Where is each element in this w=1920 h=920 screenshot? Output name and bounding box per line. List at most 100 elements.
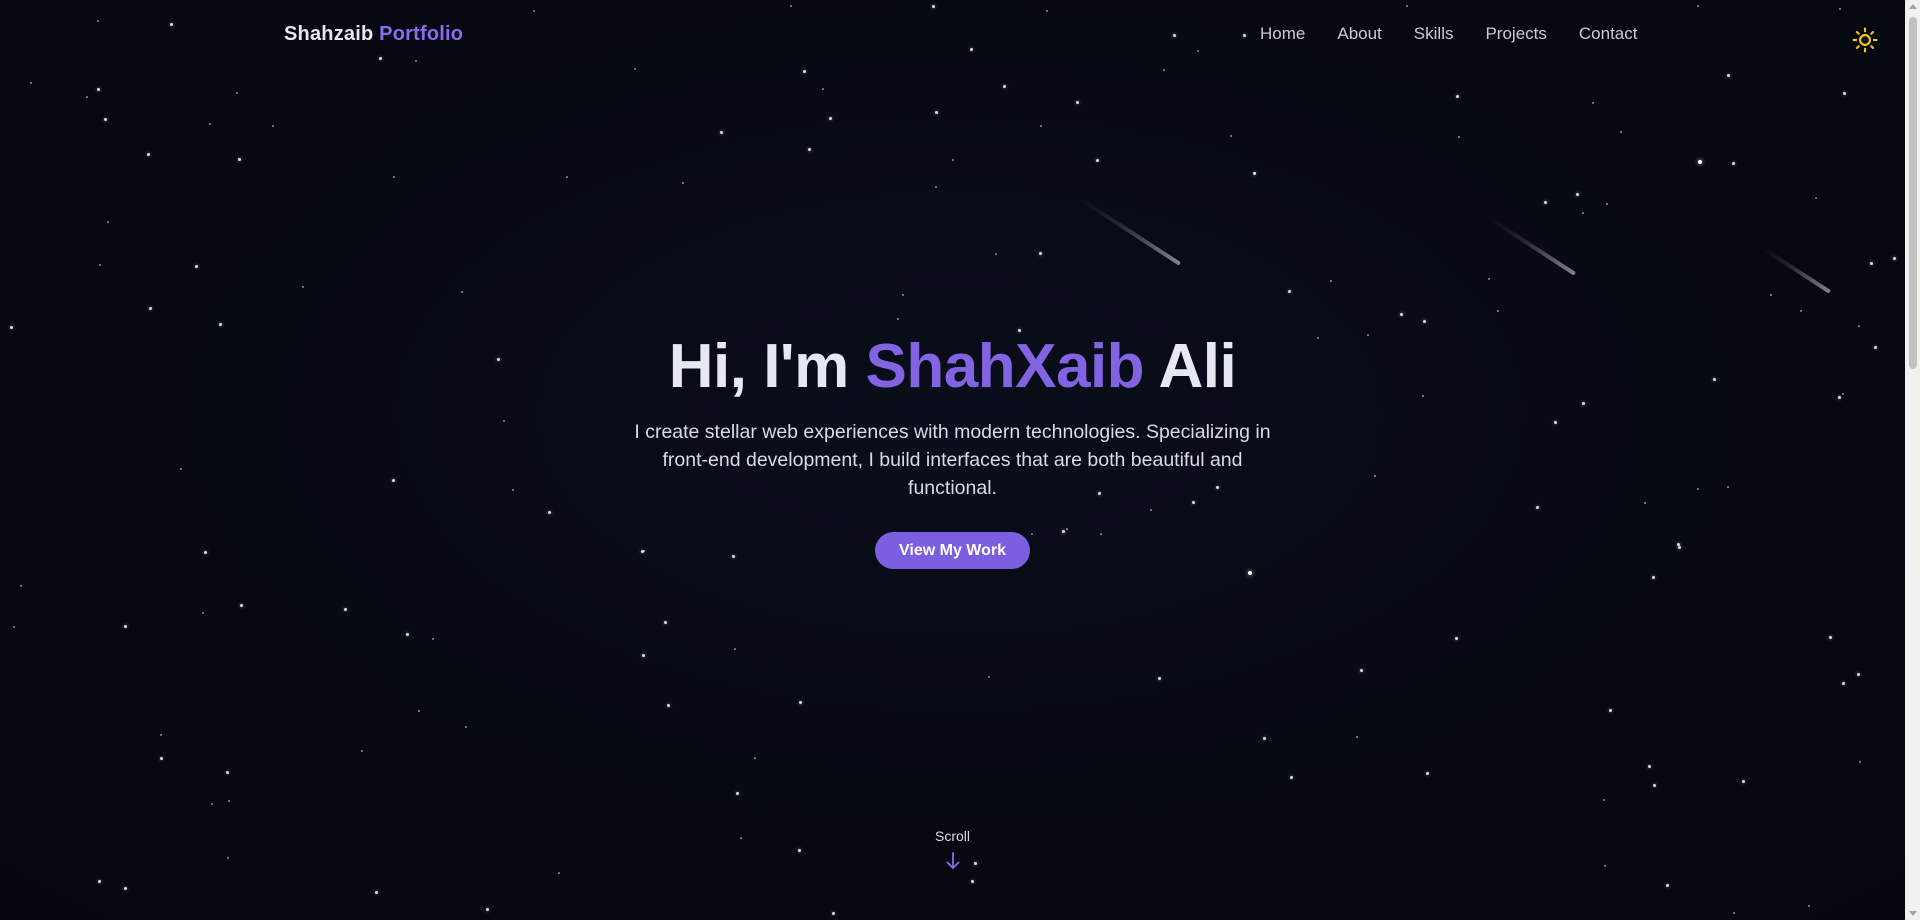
- star: [995, 253, 997, 255]
- star: [1039, 252, 1042, 255]
- star: [1330, 280, 1332, 282]
- star: [1829, 636, 1832, 639]
- scroll-indicator[interactable]: Scroll: [0, 828, 1905, 870]
- star: [1158, 677, 1161, 680]
- star: [160, 734, 162, 736]
- scroll-up-icon[interactable]: [1909, 4, 1917, 9]
- star: [98, 880, 101, 883]
- star: [1096, 159, 1099, 162]
- star: [1858, 325, 1860, 327]
- nav-link-projects[interactable]: Projects: [1485, 24, 1546, 44]
- star: [226, 771, 229, 774]
- star: [1609, 709, 1612, 712]
- arrow-down-icon: [946, 852, 959, 869]
- star: [1230, 135, 1232, 137]
- star: [971, 880, 974, 883]
- star: [1040, 125, 1042, 127]
- star: [566, 176, 568, 178]
- star: [99, 264, 101, 266]
- star: [1592, 102, 1594, 104]
- star: [1732, 162, 1735, 165]
- nav-link-skills[interactable]: Skills: [1414, 24, 1454, 44]
- star: [1458, 136, 1460, 138]
- star: [1603, 799, 1605, 801]
- star: [160, 757, 163, 760]
- star: [486, 908, 489, 911]
- star: [1400, 313, 1403, 316]
- star: [1290, 776, 1293, 779]
- star: [720, 131, 723, 134]
- star: [1288, 290, 1291, 293]
- star: [13, 626, 15, 628]
- star: [30, 82, 32, 84]
- star: [664, 621, 667, 624]
- star: [1497, 310, 1499, 312]
- nav-link-contact[interactable]: Contact: [1579, 24, 1638, 44]
- sun-icon: [1852, 27, 1878, 53]
- star: [104, 118, 107, 121]
- star: [209, 123, 211, 125]
- star: [361, 750, 363, 752]
- star: [1456, 95, 1459, 98]
- star: [375, 891, 378, 894]
- star: [1423, 320, 1426, 323]
- nav-link-home[interactable]: Home: [1260, 24, 1305, 44]
- star: [344, 608, 347, 611]
- star: [1360, 669, 1363, 672]
- star: [1003, 85, 1006, 88]
- star: [1808, 905, 1810, 907]
- star: [1742, 780, 1745, 783]
- star: [935, 111, 938, 114]
- star: [97, 88, 100, 91]
- star: [642, 654, 645, 657]
- star: [1426, 772, 1429, 775]
- star: [1254, 172, 1256, 174]
- shooting-star: [1078, 196, 1182, 266]
- star: [803, 70, 806, 73]
- brand-logo[interactable]: Shahzaib Portfolio: [284, 23, 463, 46]
- navbar: Shahzaib Portfolio Home About Skills Pro…: [0, 0, 1920, 70]
- star: [1606, 203, 1608, 205]
- star: [1648, 765, 1651, 768]
- star: [667, 704, 670, 707]
- theme-toggle-button[interactable]: [1852, 27, 1878, 53]
- star: [219, 323, 222, 326]
- star: [124, 887, 127, 890]
- star: [202, 612, 204, 614]
- star: [829, 117, 832, 120]
- hero-name: ShahXaib: [865, 332, 1145, 401]
- hero-section: Hi, I'm ShahXaib Ali I create stellar we…: [0, 330, 1905, 570]
- star: [240, 604, 243, 607]
- brand-accent: Portfolio: [379, 23, 464, 45]
- star: [1576, 193, 1579, 196]
- star: [1815, 197, 1817, 199]
- star: [1652, 576, 1655, 579]
- star: [1666, 884, 1669, 887]
- page-scrollbar[interactable]: [1905, 0, 1920, 920]
- star: [107, 221, 109, 223]
- star: [1842, 682, 1845, 685]
- star: [465, 726, 467, 728]
- star: [1800, 310, 1802, 312]
- star: [935, 186, 937, 188]
- brand-name: Shahzaib: [284, 23, 374, 45]
- star: [1653, 784, 1656, 787]
- hero-surname: Ali: [1158, 332, 1237, 401]
- star: [272, 125, 274, 127]
- scroll-down-icon[interactable]: [1909, 911, 1917, 916]
- star: [147, 153, 150, 156]
- star: [393, 176, 395, 178]
- nav-link-about[interactable]: About: [1337, 24, 1381, 44]
- star: [832, 912, 835, 915]
- scroll-label: Scroll: [934, 828, 970, 844]
- star: [406, 633, 409, 636]
- star: [1727, 74, 1730, 77]
- star: [10, 326, 13, 329]
- hero-title: Hi, I'm ShahXaib Ali: [0, 330, 1905, 404]
- view-my-work-button[interactable]: View My Work: [875, 532, 1030, 570]
- star: [799, 701, 802, 704]
- star: [124, 625, 127, 628]
- scrollbar-thumb[interactable]: [1909, 17, 1917, 369]
- star: [1544, 201, 1547, 204]
- star: [808, 148, 811, 151]
